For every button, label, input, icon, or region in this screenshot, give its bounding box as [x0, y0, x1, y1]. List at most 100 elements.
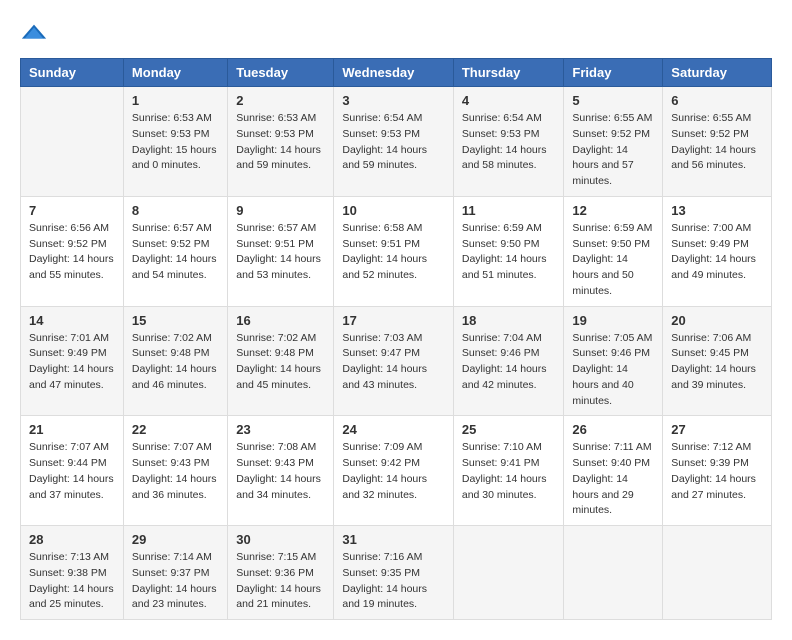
cell-info: Sunrise: 7:02 AMSunset: 9:48 PMDaylight:… [132, 331, 219, 394]
date-number: 15 [132, 313, 219, 328]
date-number: 30 [236, 532, 325, 547]
cell-info: Sunrise: 6:55 AMSunset: 9:52 PMDaylight:… [572, 111, 654, 190]
calendar-cell [21, 87, 124, 197]
date-number: 1 [132, 93, 219, 108]
date-number: 23 [236, 422, 325, 437]
calendar-cell: 16 Sunrise: 7:02 AMSunset: 9:48 PMDayligh… [228, 306, 334, 416]
calendar-cell: 17 Sunrise: 7:03 AMSunset: 9:47 PMDayligh… [334, 306, 454, 416]
calendar-cell: 10 Sunrise: 6:58 AMSunset: 9:51 PMDayligh… [334, 196, 454, 306]
date-number: 5 [572, 93, 654, 108]
date-number: 3 [342, 93, 445, 108]
calendar-cell: 5 Sunrise: 6:55 AMSunset: 9:52 PMDaylight… [564, 87, 663, 197]
cell-info: Sunrise: 7:15 AMSunset: 9:36 PMDaylight:… [236, 550, 325, 613]
date-number: 29 [132, 532, 219, 547]
date-number: 25 [462, 422, 556, 437]
header-row: SundayMondayTuesdayWednesdayThursdayFrid… [21, 59, 772, 87]
calendar-cell: 23Sunrise: 7:08 AMSunset: 9:43 PMDayligh… [228, 416, 334, 526]
logo [20, 20, 52, 48]
calendar-header: SundayMondayTuesdayWednesdayThursdayFrid… [21, 59, 772, 87]
cell-info: Sunrise: 7:03 AMSunset: 9:47 PMDaylight:… [342, 331, 445, 394]
date-number: 24 [342, 422, 445, 437]
calendar-cell: 26 Sunrise: 7:11 AMSunset: 9:40 PMDayligh… [564, 416, 663, 526]
calendar-cell [564, 526, 663, 620]
cell-info: Sunrise: 7:09 AMSunset: 9:42 PMDaylight:… [342, 440, 445, 503]
date-number: 13 [671, 203, 763, 218]
date-number: 7 [29, 203, 115, 218]
header-day: Sunday [21, 59, 124, 87]
date-number: 31 [342, 532, 445, 547]
calendar-cell: 14Sunrise: 7:01 AMSunset: 9:49 PMDayligh… [21, 306, 124, 416]
date-number: 9 [236, 203, 325, 218]
cell-info: Sunrise: 6:58 AMSunset: 9:51 PMDaylight:… [342, 221, 445, 284]
calendar-cell: 3 Sunrise: 6:54 AMSunset: 9:53 PMDaylight… [334, 87, 454, 197]
calendar-cell: 19 Sunrise: 7:05 AMSunset: 9:46 PMDayligh… [564, 306, 663, 416]
cell-info: Sunrise: 6:57 AMSunset: 9:51 PMDaylight:… [236, 221, 325, 284]
cell-info: Sunrise: 7:07 AMSunset: 9:43 PMDaylight:… [132, 440, 219, 503]
calendar-week-row: 21 Sunrise: 7:07 AMSunset: 9:44 PMDayligh… [21, 416, 772, 526]
calendar-cell: 11Sunrise: 6:59 AMSunset: 9:50 PMDayligh… [453, 196, 564, 306]
cell-info: Sunrise: 7:14 AMSunset: 9:37 PMDaylight:… [132, 550, 219, 613]
date-number: 4 [462, 93, 556, 108]
cell-info: Sunrise: 7:12 AMSunset: 9:39 PMDaylight:… [671, 440, 763, 503]
date-number: 2 [236, 93, 325, 108]
calendar-cell: 31Sunrise: 7:16 AMSunset: 9:35 PMDayligh… [334, 526, 454, 620]
calendar-cell: 6Sunrise: 6:55 AMSunset: 9:52 PMDaylight… [663, 87, 772, 197]
cell-info: Sunrise: 6:55 AMSunset: 9:52 PMDaylight:… [671, 111, 763, 174]
date-number: 27 [671, 422, 763, 437]
date-number: 18 [462, 313, 556, 328]
date-number: 22 [132, 422, 219, 437]
date-number: 26 [572, 422, 654, 437]
cell-info: Sunrise: 6:56 AMSunset: 9:52 PMDaylight:… [29, 221, 115, 284]
calendar-cell: 4 Sunrise: 6:54 AMSunset: 9:53 PMDaylight… [453, 87, 564, 197]
cell-info: Sunrise: 7:10 AMSunset: 9:41 PMDaylight:… [462, 440, 556, 503]
cell-info: Sunrise: 6:59 AMSunset: 9:50 PMDaylight:… [572, 221, 654, 300]
cell-info: Sunrise: 7:04 AMSunset: 9:46 PMDaylight:… [462, 331, 556, 394]
calendar-week-row: 14Sunrise: 7:01 AMSunset: 9:49 PMDayligh… [21, 306, 772, 416]
calendar-cell [663, 526, 772, 620]
header-day: Tuesday [228, 59, 334, 87]
calendar-cell: 7 Sunrise: 6:56 AMSunset: 9:52 PMDaylight… [21, 196, 124, 306]
date-number: 19 [572, 313, 654, 328]
date-number: 17 [342, 313, 445, 328]
cell-info: Sunrise: 6:53 AMSunset: 9:53 PMDaylight:… [236, 111, 325, 174]
cell-info: Sunrise: 7:13 AMSunset: 9:38 PMDaylight:… [29, 550, 115, 613]
calendar-cell: 13Sunrise: 7:00 AMSunset: 9:49 PMDayligh… [663, 196, 772, 306]
date-number: 12 [572, 203, 654, 218]
header-day: Monday [123, 59, 227, 87]
calendar-cell: 28Sunrise: 7:13 AMSunset: 9:38 PMDayligh… [21, 526, 124, 620]
cell-info: Sunrise: 7:07 AMSunset: 9:44 PMDaylight:… [29, 440, 115, 503]
calendar-cell: 25 Sunrise: 7:10 AMSunset: 9:41 PMDayligh… [453, 416, 564, 526]
calendar-table: SundayMondayTuesdayWednesdayThursdayFrid… [20, 58, 772, 620]
header-day: Thursday [453, 59, 564, 87]
header-day: Saturday [663, 59, 772, 87]
date-number: 10 [342, 203, 445, 218]
calendar-cell: 20Sunrise: 7:06 AMSunset: 9:45 PMDayligh… [663, 306, 772, 416]
calendar-cell: 24 Sunrise: 7:09 AMSunset: 9:42 PMDayligh… [334, 416, 454, 526]
date-number: 16 [236, 313, 325, 328]
logo-icon [20, 20, 48, 48]
calendar-cell: 30 Sunrise: 7:15 AMSunset: 9:36 PMDayligh… [228, 526, 334, 620]
date-number: 20 [671, 313, 763, 328]
calendar-cell: 22 Sunrise: 7:07 AMSunset: 9:43 PMDayligh… [123, 416, 227, 526]
cell-info: Sunrise: 6:54 AMSunset: 9:53 PMDaylight:… [462, 111, 556, 174]
calendar-cell: 15 Sunrise: 7:02 AMSunset: 9:48 PMDayligh… [123, 306, 227, 416]
calendar-body: 1 Sunrise: 6:53 AMSunset: 9:53 PMDaylight… [21, 87, 772, 620]
cell-info: Sunrise: 7:02 AMSunset: 9:48 PMDaylight:… [236, 331, 325, 394]
calendar-cell: 8Sunrise: 6:57 AMSunset: 9:52 PMDaylight… [123, 196, 227, 306]
calendar-cell: 1 Sunrise: 6:53 AMSunset: 9:53 PMDaylight… [123, 87, 227, 197]
cell-info: Sunrise: 7:11 AMSunset: 9:40 PMDaylight:… [572, 440, 654, 519]
cell-info: Sunrise: 6:54 AMSunset: 9:53 PMDaylight:… [342, 111, 445, 174]
calendar-cell: 21 Sunrise: 7:07 AMSunset: 9:44 PMDayligh… [21, 416, 124, 526]
header-day: Wednesday [334, 59, 454, 87]
header-day: Friday [564, 59, 663, 87]
date-number: 21 [29, 422, 115, 437]
calendar-week-row: 7 Sunrise: 6:56 AMSunset: 9:52 PMDaylight… [21, 196, 772, 306]
date-number: 8 [132, 203, 219, 218]
cell-info: Sunrise: 6:59 AMSunset: 9:50 PMDaylight:… [462, 221, 556, 284]
calendar-cell: 18 Sunrise: 7:04 AMSunset: 9:46 PMDayligh… [453, 306, 564, 416]
calendar-cell: 29 Sunrise: 7:14 AMSunset: 9:37 PMDayligh… [123, 526, 227, 620]
cell-info: Sunrise: 7:01 AMSunset: 9:49 PMDaylight:… [29, 331, 115, 394]
cell-info: Sunrise: 6:53 AMSunset: 9:53 PMDaylight:… [132, 111, 219, 174]
calendar-cell: 2 Sunrise: 6:53 AMSunset: 9:53 PMDaylight… [228, 87, 334, 197]
cell-info: Sunrise: 7:05 AMSunset: 9:46 PMDaylight:… [572, 331, 654, 410]
